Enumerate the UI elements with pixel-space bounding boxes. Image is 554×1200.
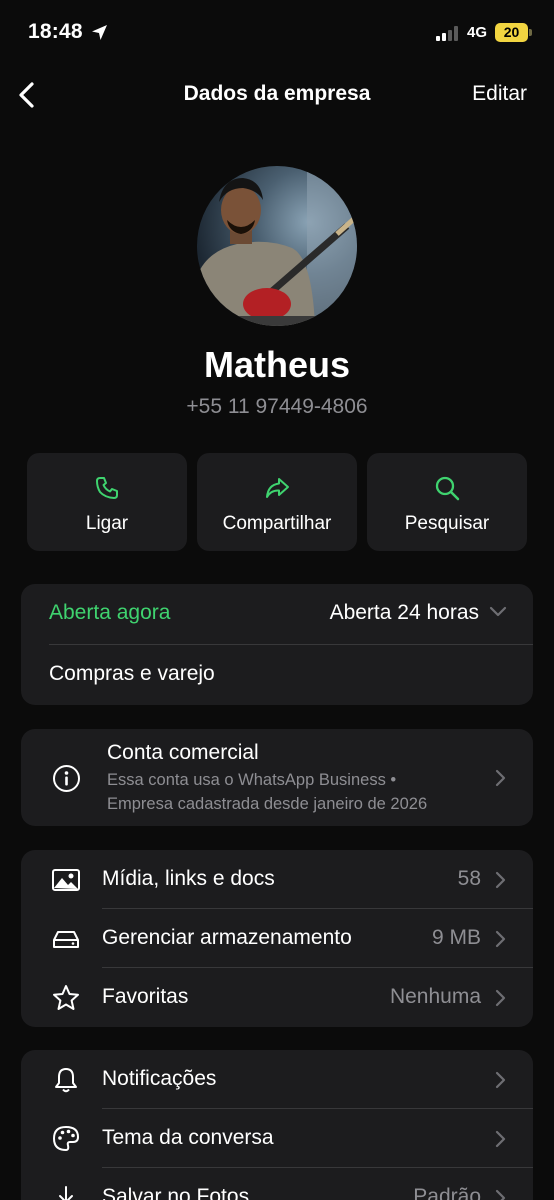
search-label: Pesquisar	[404, 513, 490, 534]
media-label: Mídia, links e docs	[102, 867, 275, 890]
battery-indicator: 20	[495, 23, 528, 42]
notifications-row[interactable]: Notificações	[21, 1050, 533, 1109]
business-account-line1: Essa conta usa o WhatsApp Business •	[107, 771, 397, 789]
chevron-right-icon	[495, 989, 506, 1007]
media-settings-card: Mídia, links e docs 58 Gerenciar armazen…	[21, 850, 533, 1027]
storage-icon	[53, 931, 79, 948]
battery-cap	[529, 29, 532, 36]
star-icon	[53, 985, 79, 1010]
open-status: Aberta agora	[49, 601, 171, 624]
chevron-right-icon	[495, 1071, 506, 1089]
share-button[interactable]: Compartilhar	[197, 453, 357, 551]
chevron-right-icon	[495, 769, 506, 787]
signal-icon	[436, 26, 458, 41]
save-to-photos-value: Padrão	[413, 1185, 481, 1200]
chevron-right-icon	[495, 1189, 506, 1200]
call-label: Ligar	[85, 513, 129, 534]
avatar[interactable]	[197, 166, 357, 326]
chevron-right-icon	[495, 1130, 506, 1148]
save-to-photos-row[interactable]: Salvar no Fotos Padrão	[21, 1168, 533, 1200]
chat-theme-row[interactable]: Tema da conversa	[21, 1109, 533, 1168]
category-row: Compras e varejo	[21, 645, 533, 704]
nav-bar: Dados da empresa Editar	[0, 70, 554, 120]
save-to-photos-label: Salvar no Fotos	[102, 1185, 250, 1200]
chevron-down-icon[interactable]	[489, 606, 507, 618]
image-icon	[52, 869, 80, 891]
share-icon	[266, 478, 289, 498]
media-count: 58	[457, 867, 481, 890]
contact-name: Matheus	[203, 344, 351, 385]
page-title: Dados da empresa	[183, 82, 371, 105]
chevron-right-icon	[495, 930, 506, 948]
edit-button[interactable]: Editar	[472, 82, 527, 106]
avatar-photo	[197, 166, 357, 326]
chat-settings-card: Notificações Tema da conversa Salvar no …	[21, 1050, 533, 1200]
search-button[interactable]: Pesquisar	[367, 453, 527, 551]
media-links-docs-row[interactable]: Mídia, links e docs 58	[21, 850, 533, 909]
hours-schedule: Aberta 24 horas	[329, 601, 479, 624]
palette-icon	[53, 1126, 79, 1151]
phone-icon	[96, 477, 118, 499]
search-icon	[435, 476, 460, 501]
chevron-right-icon	[495, 871, 506, 889]
call-button[interactable]: Ligar	[27, 453, 187, 551]
storage-size: 9 MB	[431, 926, 481, 949]
favorites-label: Favoritas	[102, 985, 189, 1008]
location-arrow-icon	[92, 25, 107, 40]
bell-icon	[55, 1068, 77, 1093]
status-time: 18:48	[28, 20, 83, 43]
business-category: Compras e varejo	[49, 662, 215, 685]
status-bar: 18:48 4G 20	[0, 0, 554, 66]
contact-phone: +55 11 97449-4806	[186, 395, 368, 418]
hours-row[interactable]: Aberta agora Aberta 24 horas	[21, 584, 533, 643]
info-icon	[53, 765, 80, 792]
share-label: Compartilhar	[222, 513, 332, 534]
storage-label: Gerenciar armazenamento	[102, 926, 352, 949]
download-icon	[59, 1186, 73, 1200]
action-buttons: Ligar Compartilhar Pesquisar	[27, 453, 527, 551]
network-type: 4G	[467, 24, 488, 41]
business-account-line2: Empresa cadastrada desde janeiro de 2026	[107, 795, 428, 813]
notifications-label: Notificações	[102, 1067, 217, 1090]
chat-theme-label: Tema da conversa	[102, 1126, 274, 1149]
business-account-title: Conta comercial	[107, 741, 259, 764]
business-account-card[interactable]: Conta comercial Essa conta usa o WhatsAp…	[21, 729, 533, 826]
favorites-row[interactable]: Favoritas Nenhuma	[21, 968, 533, 1027]
manage-storage-row[interactable]: Gerenciar armazenamento 9 MB	[21, 909, 533, 968]
favorites-value: Nenhuma	[389, 985, 481, 1008]
business-hours-card: Aberta agora Aberta 24 horas Compras e v…	[21, 584, 533, 705]
